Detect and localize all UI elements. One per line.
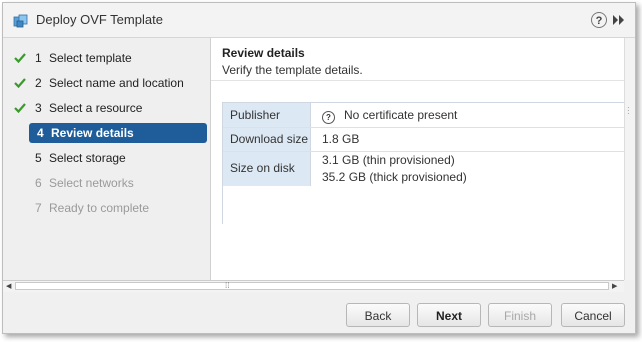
step-number: 2 <box>35 76 42 90</box>
details-table: Publisher ? No certificate present Downlo… <box>222 102 624 224</box>
back-button[interactable]: Back <box>346 303 410 327</box>
step-number: 3 <box>35 101 42 115</box>
page-subtitle: Verify the template details. <box>222 63 363 77</box>
detail-value: 3.1 GB (thin provisioned) <box>322 153 455 167</box>
step-label: Select name and location <box>49 76 184 90</box>
grip-icon: · · · <box>627 103 630 118</box>
step-select-resource[interactable]: 3 Select a resource <box>3 98 210 118</box>
checkmark-icon <box>14 78 26 89</box>
step-select-name-location[interactable]: 2 Select name and location <box>3 73 210 93</box>
scroll-right-icon[interactable]: ▶ <box>612 282 617 290</box>
vertical-splitter[interactable]: · · · <box>624 38 635 280</box>
checkmark-icon <box>14 53 26 64</box>
detail-key: Size on disk <box>230 161 295 175</box>
title-bar: Deploy OVF Template ? <box>3 3 635 38</box>
step-label: Ready to complete <box>49 201 150 215</box>
ovf-template-icon <box>13 14 28 28</box>
detail-key: Publisher <box>230 108 281 122</box>
cancel-button[interactable]: Cancel <box>561 303 625 327</box>
page-title: Review details <box>222 46 305 60</box>
detail-value: 1.8 GB <box>322 132 360 146</box>
step-select-template[interactable]: 1 Select template <box>3 48 210 68</box>
dialog-footer: Back Next Finish Cancel <box>3 292 635 333</box>
step-label: Select networks <box>49 176 134 190</box>
step-label: Select a resource <box>49 101 143 115</box>
step-number: 1 <box>35 51 42 65</box>
detail-row-size-on-disk: Size on disk 3.1 GB (thin provisioned) 3… <box>223 152 624 186</box>
step-number: 6 <box>35 176 42 190</box>
scrollbar-thumb[interactable] <box>15 282 609 290</box>
checkmark-icon <box>14 103 26 114</box>
help-icon[interactable]: ? <box>591 12 607 28</box>
dialog-title: Deploy OVF Template <box>36 12 163 27</box>
wizard-steps: 1 Select template 2 Select name and loca… <box>3 38 211 280</box>
finish-button: Finish <box>488 303 552 327</box>
step-select-storage[interactable]: 5 Select storage <box>3 148 210 168</box>
question-icon: ? <box>322 111 335 124</box>
step-number: 5 <box>35 151 42 165</box>
content-header: Review details Verify the template detai… <box>211 38 624 81</box>
scroll-left-icon[interactable]: ◀ <box>6 282 11 290</box>
detail-key: Download size <box>230 132 309 146</box>
step-label: Select template <box>49 51 132 65</box>
content-panel: Review details Verify the template detai… <box>211 38 624 280</box>
expand-icon[interactable] <box>611 13 627 27</box>
detail-row-publisher: Publisher ? No certificate present <box>223 103 624 128</box>
detail-row-download-size: Download size 1.8 GB <box>223 128 624 152</box>
step-number: 7 <box>35 201 42 215</box>
step-ready-to-complete: 7 Ready to complete <box>3 198 210 218</box>
step-label: Select storage <box>49 151 126 165</box>
detail-value: ? No certificate present <box>322 108 457 124</box>
grip-icon: ⁞⁞ <box>225 281 230 290</box>
deploy-ovf-dialog: Deploy OVF Template ? 1 Select template … <box>2 2 636 334</box>
step-label: Review details <box>51 126 134 140</box>
step-number: 4 <box>37 126 44 140</box>
step-select-networks: 6 Select networks <box>3 173 210 193</box>
step-review-details[interactable]: 4 Review details <box>3 123 210 143</box>
detail-value: 35.2 GB (thick provisioned) <box>322 170 467 184</box>
next-button[interactable]: Next <box>417 303 481 327</box>
